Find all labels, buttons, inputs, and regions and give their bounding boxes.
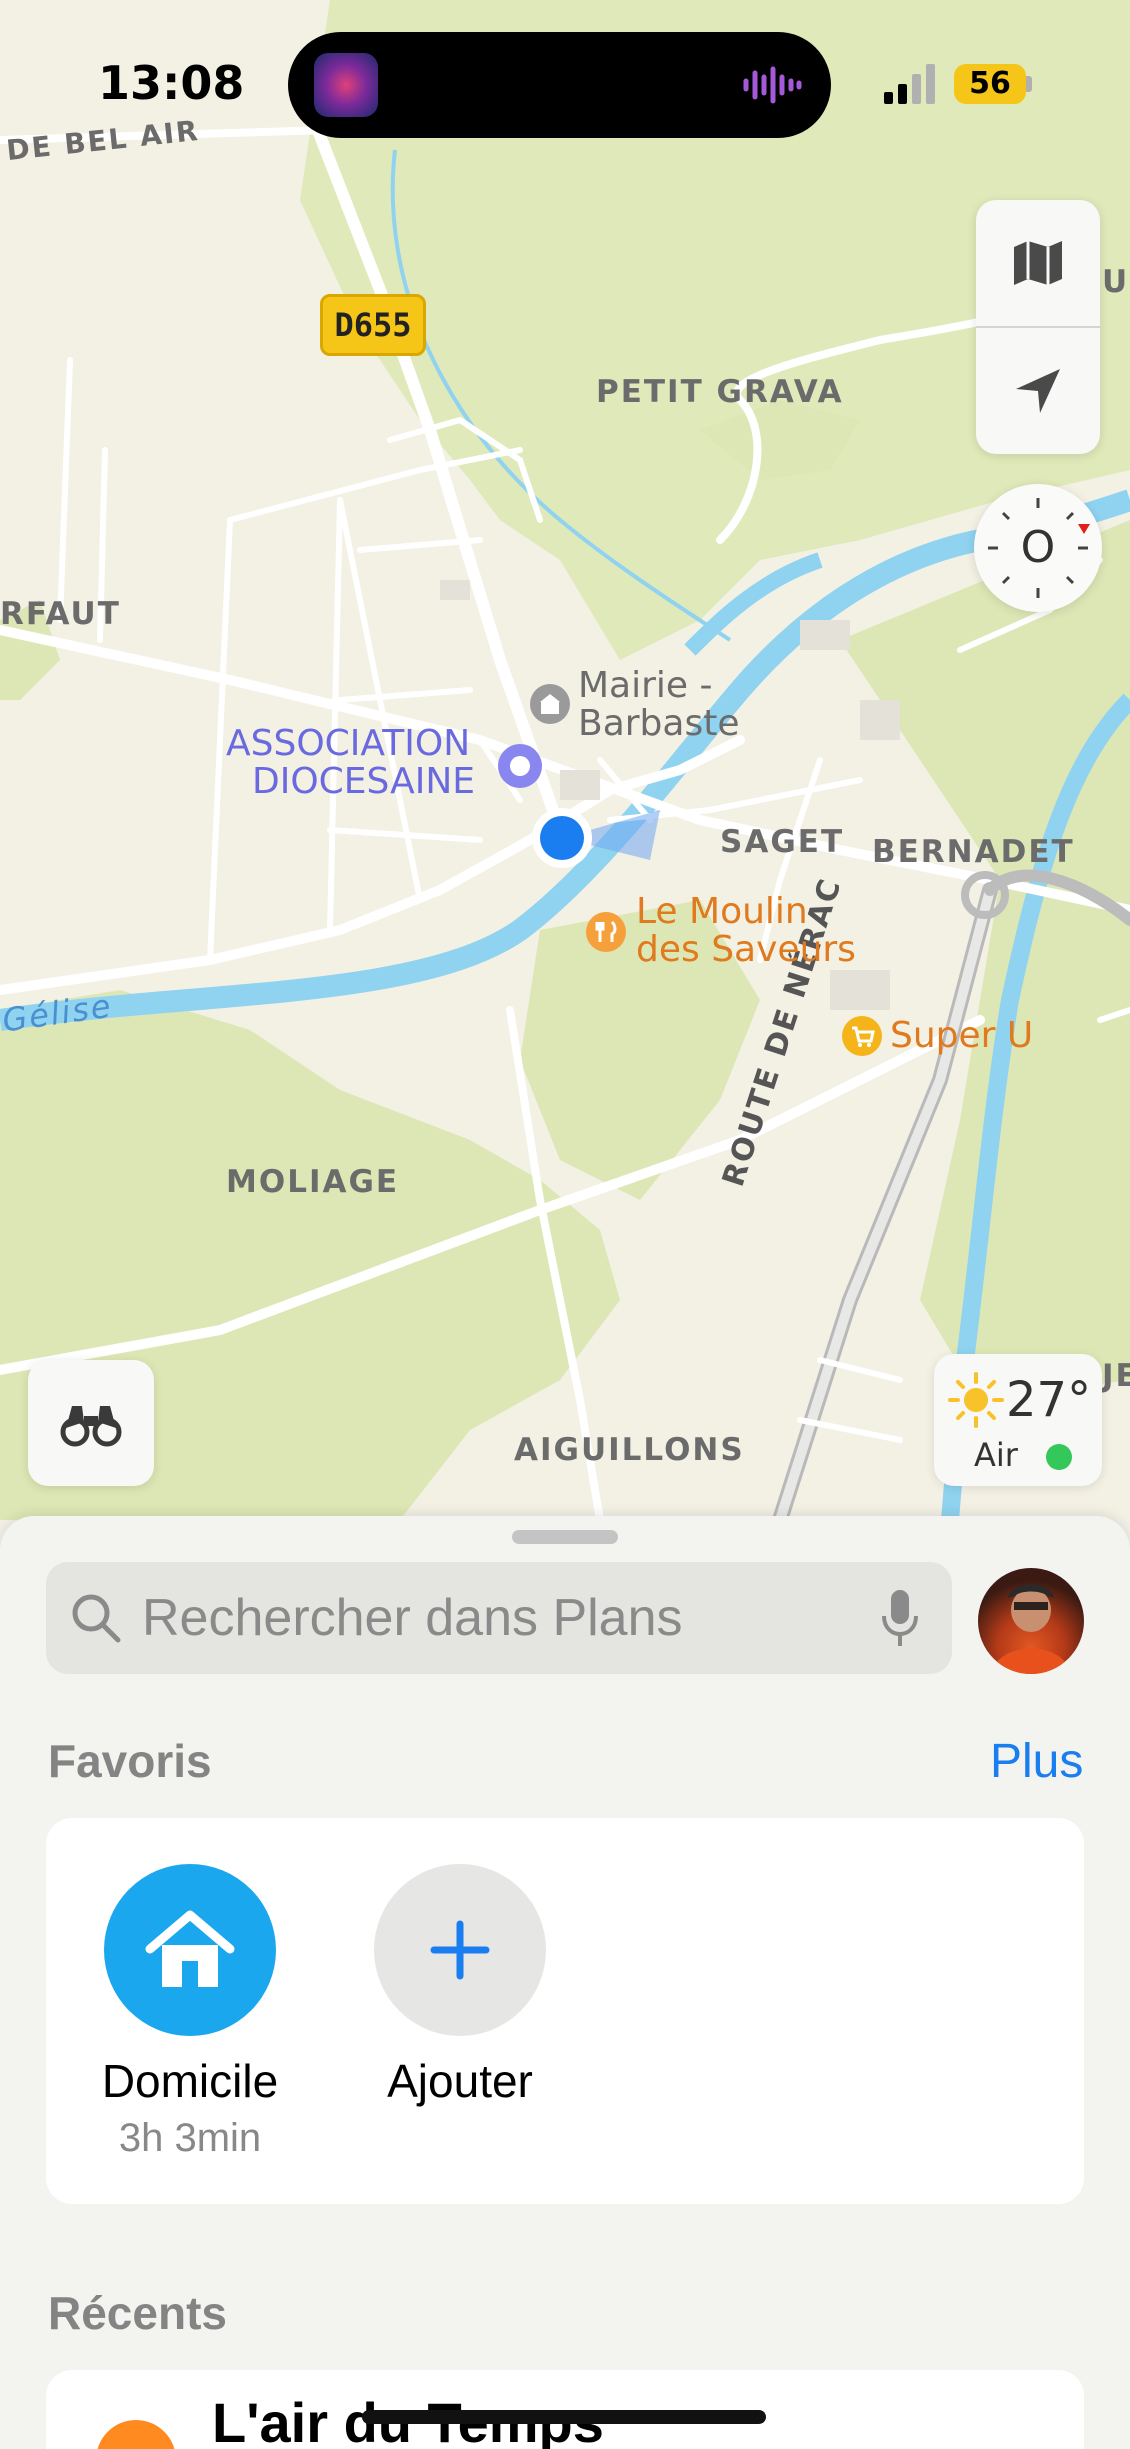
plus-icon <box>430 1920 490 1980</box>
road-shield-label: D655 <box>334 306 412 344</box>
shopping-cart-icon <box>842 1016 882 1056</box>
favorite-home-label: Domicile <box>101 2055 279 2107</box>
poi-assoc-line1: ASSOCIATION <box>226 723 471 764</box>
search-input[interactable] <box>142 1562 862 1674</box>
poi-mairie[interactable]: Mairie - Barbaste <box>530 666 770 746</box>
favorites-title: Favoris <box>48 1735 212 1787</box>
waveform-icon <box>743 66 802 104</box>
battery-cap-icon <box>1026 76 1032 92</box>
weather-temperature: 27° <box>1006 1372 1092 1428</box>
recents-title: Récents <box>48 2287 227 2339</box>
home-indicator[interactable] <box>362 2410 766 2424</box>
poi-assoc-line2: DIOCESAINE <box>252 761 475 802</box>
map-label-moliage: MOLIAGE <box>226 1164 400 1200</box>
road-shield: D655 <box>320 294 426 356</box>
sun-icon <box>948 1372 1004 1428</box>
recent-place-icon <box>96 2420 176 2449</box>
poi-moulin-line1: Le Moulin <box>636 891 808 932</box>
favorite-add[interactable]: Ajouter <box>326 1818 596 2204</box>
dynamic-island[interactable] <box>288 32 831 138</box>
map-label-rfaut: RFAUT <box>0 596 121 632</box>
avatar-portrait <box>992 1584 1070 1674</box>
town-hall-icon <box>530 684 570 724</box>
map-base-layer <box>0 0 1130 1520</box>
map-controls <box>976 200 1100 454</box>
favorites-card: Domicile 3h 3min Ajouter <box>46 1818 1084 2204</box>
status-time: 13:08 <box>98 56 245 110</box>
map-label-saget: SAGET <box>720 824 845 860</box>
poi-association[interactable]: ASSOCIATION DIOCESAINE <box>222 724 542 810</box>
favorite-home-eta: 3h 3min <box>118 2116 262 2160</box>
favorite-home-circle[interactable] <box>104 1864 276 2036</box>
favorite-home[interactable]: Domicile 3h 3min <box>46 1818 316 2204</box>
map-icon <box>1014 241 1062 285</box>
avatar[interactable] <box>978 1568 1084 1674</box>
map-label-bernadet: BERNADET <box>872 834 1075 870</box>
restaurant-icon <box>586 912 626 952</box>
poi-le-moulin[interactable]: Le Moulin des Saveurs <box>586 892 866 982</box>
microphone-icon[interactable] <box>880 1588 920 1650</box>
look-around-button[interactable] <box>28 1360 154 1486</box>
sheet-grabber[interactable] <box>512 1530 618 1544</box>
air-quality-label: Air <box>974 1436 1018 1474</box>
search-bar[interactable] <box>46 1562 952 1674</box>
map-mode-button[interactable] <box>976 200 1100 326</box>
air-quality-indicator <box>1046 1444 1072 1470</box>
map-label-edge-je: JE <box>1102 1358 1130 1394</box>
map-view[interactable]: DE BEL AIR PETIT GRAVA RFAUT SAGET BERNA… <box>0 0 1130 1520</box>
binoculars-icon <box>60 1406 122 1447</box>
battery-level: 56 <box>954 64 1026 104</box>
search-icon <box>72 1594 121 1643</box>
poi-superu-label: Super U <box>890 1015 1034 1056</box>
house-icon <box>145 1910 235 1987</box>
compass-button[interactable]: O <box>974 484 1102 612</box>
location-arrow-icon <box>1016 369 1060 413</box>
locate-button[interactable] <box>976 328 1100 454</box>
poi-mairie-line1: Mairie - <box>578 665 713 706</box>
weather-widget[interactable]: 27° Air <box>934 1354 1102 1486</box>
music-app-icon <box>314 53 378 117</box>
favorite-add-label: Ajouter <box>387 2055 533 2107</box>
compass-letter: O <box>1020 522 1056 573</box>
poi-moulin-line2: des Saveurs <box>636 929 856 970</box>
poi-super-u[interactable]: Super U <box>842 1016 1042 1056</box>
favorites-more-link[interactable]: Plus <box>990 1734 1083 1789</box>
poi-mairie-line2: Barbaste <box>578 703 740 744</box>
map-label-aiguillons: AIGUILLONS <box>514 1432 745 1468</box>
user-location-icon <box>532 808 660 868</box>
map-label-petit-grava: PETIT GRAVA <box>596 374 844 410</box>
cellular-signal-icon <box>884 64 935 104</box>
favorite-add-circle[interactable] <box>374 1864 546 2036</box>
map-label-edge-us: US <box>1102 264 1130 300</box>
